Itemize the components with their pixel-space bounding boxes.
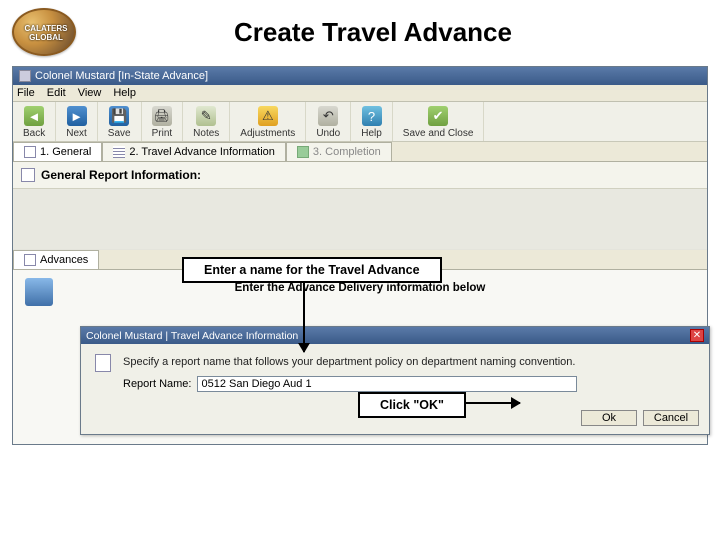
- grid-icon: [113, 146, 125, 158]
- save-label: Save: [108, 128, 131, 139]
- notes-button[interactable]: ✎ Notes: [183, 102, 230, 141]
- tab-advance-label: 2. Travel Advance Information: [129, 146, 275, 158]
- menubar: File Edit View Help: [13, 85, 707, 102]
- notes-icon: ✎: [196, 106, 216, 126]
- dialog-titlebar: Colonel Mustard | Travel Advance Informa…: [81, 327, 709, 344]
- section-icon: [21, 168, 35, 182]
- panel-body: [13, 189, 707, 249]
- print-label: Print: [152, 128, 173, 139]
- doc-icon: [24, 146, 36, 158]
- menu-edit[interactable]: Edit: [47, 87, 66, 99]
- calaters-logo: [12, 8, 76, 56]
- adjustments-button[interactable]: ⚠ Adjustments: [230, 102, 306, 141]
- print-button[interactable]: 🖨 Print: [142, 102, 184, 141]
- section-header: General Report Information:: [13, 162, 707, 189]
- app-icon: [19, 70, 31, 82]
- help-button[interactable]: ? Help: [351, 102, 393, 141]
- notes-label: Notes: [193, 128, 219, 139]
- dialog-doc-icon: [95, 354, 111, 372]
- adjustments-label: Adjustments: [240, 128, 295, 139]
- adjustments-icon: ⚠: [258, 106, 278, 126]
- tab-general-label: 1. General: [40, 146, 91, 158]
- dialog-instruction: Specify a report name that follows your …: [123, 354, 695, 368]
- window-titlebar: Colonel Mustard [In-State Advance]: [13, 67, 707, 85]
- window-title: Colonel Mustard [In-State Advance]: [35, 70, 208, 82]
- cancel-button[interactable]: Cancel: [643, 410, 699, 426]
- report-name-dialog: Colonel Mustard | Travel Advance Informa…: [80, 326, 710, 435]
- undo-label: Undo: [316, 128, 340, 139]
- help-label: Help: [361, 128, 382, 139]
- report-name-label: Report Name:: [123, 378, 191, 390]
- save-button[interactable]: 💾 Save: [98, 102, 142, 141]
- menu-view[interactable]: View: [78, 87, 102, 99]
- save-close-button[interactable]: ✔ Save and Close: [393, 102, 485, 141]
- menu-help[interactable]: Help: [113, 87, 136, 99]
- doc-icon: [24, 254, 36, 266]
- slide-title: Create Travel Advance: [88, 17, 658, 48]
- next-label: Next: [66, 128, 87, 139]
- save-close-label: Save and Close: [403, 128, 474, 139]
- tab-advances-label: Advances: [40, 254, 88, 266]
- dialog-close-button[interactable]: ✕: [690, 329, 704, 342]
- back-button[interactable]: ◄ Back: [13, 102, 56, 141]
- tab-advances[interactable]: Advances: [13, 250, 99, 269]
- check-icon: [297, 146, 309, 158]
- menu-file[interactable]: File: [17, 87, 35, 99]
- print-icon: 🖨: [152, 106, 172, 126]
- back-label: Back: [23, 128, 45, 139]
- save-icon: 💾: [109, 106, 129, 126]
- undo-button[interactable]: ↶ Undo: [306, 102, 351, 141]
- ok-button[interactable]: Ok: [581, 410, 637, 426]
- advance-icon: [25, 278, 53, 306]
- tab-general[interactable]: 1. General: [13, 142, 102, 161]
- back-icon: ◄: [24, 106, 44, 126]
- dialog-title: Colonel Mustard | Travel Advance Informa…: [86, 330, 298, 342]
- tab-advance-info[interactable]: 2. Travel Advance Information: [102, 142, 286, 161]
- callout-enter-name: Enter a name for the Travel Advance: [182, 257, 442, 283]
- section-title: General Report Information:: [41, 168, 201, 182]
- wizard-tabs: 1. General 2. Travel Advance Information…: [13, 142, 707, 162]
- tab-completion[interactable]: 3. Completion: [286, 142, 392, 161]
- next-button[interactable]: ► Next: [56, 102, 98, 141]
- undo-icon: ↶: [318, 106, 338, 126]
- save-close-icon: ✔: [428, 106, 448, 126]
- report-name-input[interactable]: [197, 376, 577, 392]
- arrow-to-name-field: [303, 282, 305, 352]
- help-icon: ?: [362, 106, 382, 126]
- callout-click-ok: Click "OK": [358, 392, 466, 418]
- tab-completion-label: 3. Completion: [313, 146, 381, 158]
- next-icon: ►: [67, 106, 87, 126]
- toolbar: ◄ Back ► Next 💾 Save 🖨 Print ✎ Notes ⚠ Adjustm…: [13, 102, 707, 142]
